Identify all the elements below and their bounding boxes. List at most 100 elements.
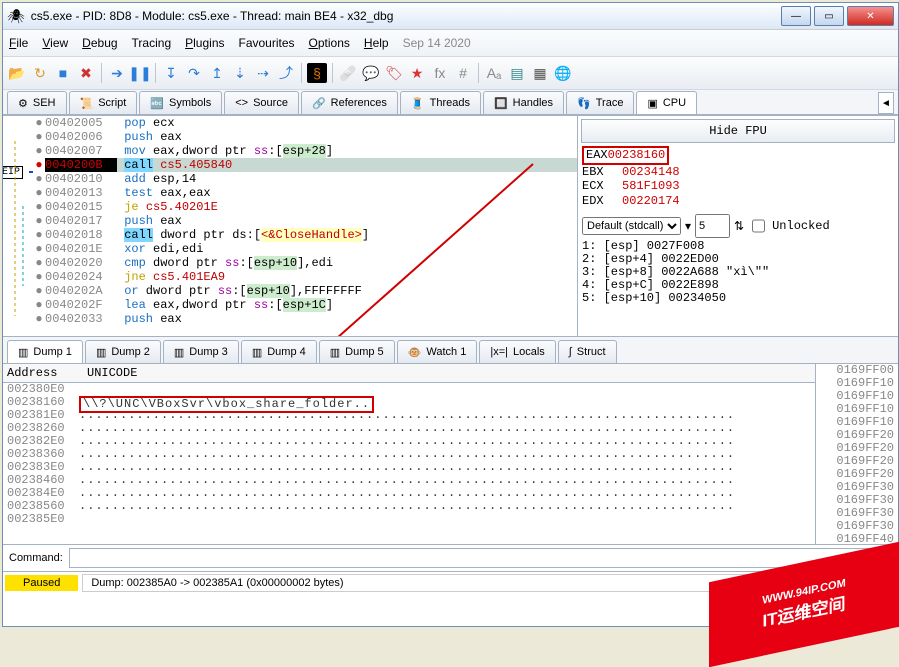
arg-count-input[interactable] bbox=[695, 214, 730, 238]
stop-icon[interactable]: ■ bbox=[53, 63, 73, 83]
pause-icon[interactable]: ❚❚ bbox=[130, 63, 150, 83]
breakpoint-dot[interactable]: ● bbox=[33, 172, 45, 186]
command-input[interactable] bbox=[69, 548, 892, 568]
close-file-icon[interactable]: ✖ bbox=[76, 63, 96, 83]
memory-icon[interactable]: ▤ bbox=[507, 63, 527, 83]
disasm-row[interactable]: ●0040202A or dword ptr ss:[esp+10],FFFFF… bbox=[33, 284, 577, 298]
hex-row[interactable]: 00238560................................… bbox=[3, 500, 815, 513]
register-row[interactable]: EAX00238160 bbox=[582, 146, 894, 165]
menu-file[interactable]: File bbox=[9, 36, 28, 50]
disasm-row[interactable]: ●00402007 mov eax,dword ptr ss:[esp+28] bbox=[33, 144, 577, 158]
variables-icon[interactable]: # bbox=[453, 63, 473, 83]
menu-favourites[interactable]: Favourites bbox=[239, 36, 295, 50]
labels-icon[interactable]: 🏷 bbox=[384, 63, 404, 83]
hex-dump-pane[interactable]: Address UNICODE 002380E000238160\\?\UNC\… bbox=[3, 364, 816, 544]
dump-tab-6[interactable]: |x=|Locals bbox=[479, 340, 555, 363]
dump-tab-3[interactable]: ▥Dump 4 bbox=[241, 340, 317, 363]
tab-source[interactable]: <>Source bbox=[224, 91, 299, 114]
disasm-row[interactable]: ●00402020 cmp dword ptr ss:[esp+10],edi bbox=[33, 256, 577, 270]
breakpoint-dot[interactable]: ● bbox=[33, 270, 45, 284]
disassembly-pane[interactable]: EIP ●00402005 pop ecx●00402006 push eax●… bbox=[3, 116, 578, 336]
breakpoint-dot[interactable]: ● bbox=[33, 242, 45, 256]
settings-icon[interactable]: 🌐 bbox=[553, 63, 573, 83]
tab-seh[interactable]: ⚙SEH bbox=[7, 91, 67, 114]
disasm-row[interactable]: ●00402018 call dword ptr ds:[<&CloseHand… bbox=[33, 228, 577, 242]
hex-row[interactable]: 002385E0 bbox=[3, 513, 815, 526]
disasm-row[interactable]: ●0040202F lea eax,dword ptr ss:[esp+1C] bbox=[33, 298, 577, 312]
side-address-column[interactable]: 0169FF000169FF100169FF100169FF100169FF10… bbox=[816, 364, 898, 544]
breakpoint-dot[interactable]: ● bbox=[33, 144, 45, 158]
tab-script[interactable]: 📜Script bbox=[69, 91, 138, 114]
open-icon[interactable]: 📂 bbox=[7, 63, 27, 83]
menu-tracing[interactable]: Tracing bbox=[132, 36, 172, 50]
unlocked-checkbox[interactable] bbox=[752, 217, 765, 235]
disasm-row[interactable]: ●00402013 test eax,eax bbox=[33, 186, 577, 200]
breakpoint-dot[interactable]: ● bbox=[33, 214, 45, 228]
register-row[interactable]: EBX00234148 bbox=[582, 165, 894, 180]
breakpoint-dot[interactable]: ● bbox=[33, 298, 45, 312]
hex-row[interactable]: 002380E0 bbox=[3, 383, 815, 396]
dump-tab-5[interactable]: 🐵Watch 1 bbox=[397, 340, 478, 363]
disasm-row[interactable]: ●00402017 push eax bbox=[33, 214, 577, 228]
menu-debug[interactable]: Debug bbox=[82, 36, 117, 50]
disasm-row[interactable]: ●00402005 pop ecx bbox=[33, 116, 577, 130]
breakpoint-dot[interactable]: ● bbox=[33, 130, 45, 144]
side-addr[interactable]: 0169FF40 bbox=[816, 533, 898, 544]
register-row[interactable]: ECX581F1093 bbox=[582, 179, 894, 194]
step-over-icon[interactable]: ↷ bbox=[184, 63, 204, 83]
breakpoint-dot[interactable]: ● bbox=[33, 186, 45, 200]
menu-help[interactable]: Help bbox=[364, 36, 389, 50]
breakpoint-dot[interactable]: ● bbox=[33, 200, 45, 214]
breakpoint-dot[interactable]: ● bbox=[33, 116, 45, 130]
breakpoint-dot[interactable]: ● bbox=[33, 284, 45, 298]
dump-tab-4[interactable]: ▥Dump 5 bbox=[319, 340, 395, 363]
minimize-button[interactable]: — bbox=[781, 6, 811, 26]
tab-handles[interactable]: 🔲Handles bbox=[483, 91, 564, 114]
disasm-row[interactable]: ●00402010 add esp,14 bbox=[33, 172, 577, 186]
disasm-row[interactable]: ●00402024 jne cs5.401EA9 bbox=[33, 270, 577, 284]
strings-icon[interactable]: Aₐ bbox=[484, 63, 504, 83]
registers-pane[interactable]: Hide FPU EAX00238160EBX00234148ECX581F10… bbox=[578, 116, 898, 336]
close-button[interactable]: ✕ bbox=[847, 6, 894, 26]
disasm-row[interactable]: ●0040201E xor edi,edi bbox=[33, 242, 577, 256]
maximize-button[interactable]: ▭ bbox=[814, 6, 844, 26]
comments-icon[interactable]: 💬 bbox=[361, 63, 381, 83]
breakpoint-dot[interactable]: ● bbox=[33, 228, 45, 242]
dump-tab-0[interactable]: ▥Dump 1 bbox=[7, 340, 83, 363]
bookmarks-icon[interactable]: ★ bbox=[407, 63, 427, 83]
disasm-row[interactable]: ●00402006 push eax bbox=[33, 130, 577, 144]
stack-view[interactable]: 1: [esp] 0027F0082: [esp+4] 0022ED003: [… bbox=[582, 240, 894, 305]
ret-icon[interactable]: ⤴ bbox=[276, 63, 296, 83]
step-out-icon[interactable]: ↥ bbox=[207, 63, 227, 83]
menu-plugins[interactable]: Plugins bbox=[185, 36, 224, 50]
scylla-icon[interactable]: § bbox=[307, 63, 327, 83]
dump-tab-2[interactable]: ▥Dump 3 bbox=[163, 340, 239, 363]
disasm-row[interactable]: ●00402015 je cs5.40201E bbox=[33, 200, 577, 214]
spinner-icon[interactable]: ⇅ bbox=[734, 219, 744, 234]
breakpoint-dot[interactable]: ● bbox=[33, 158, 45, 172]
menu-view[interactable]: View bbox=[42, 36, 68, 50]
menu-options[interactable]: Options bbox=[309, 36, 350, 50]
patches-icon[interactable]: 🩹 bbox=[338, 63, 358, 83]
restart-icon[interactable]: ↻ bbox=[30, 63, 50, 83]
tab-references[interactable]: 🔗References bbox=[301, 91, 398, 114]
breakpoint-dot[interactable]: ● bbox=[33, 256, 45, 270]
step-into-icon[interactable]: ↧ bbox=[161, 63, 181, 83]
dump-tab-1[interactable]: ▥Dump 2 bbox=[85, 340, 161, 363]
chevron-down-icon[interactable]: ▾ bbox=[685, 219, 691, 234]
tab-threads[interactable]: 🧵Threads bbox=[400, 91, 481, 114]
breakpoint-dot[interactable]: ● bbox=[33, 312, 45, 326]
calling-convention-select[interactable]: Default (stdcall) bbox=[582, 217, 681, 235]
tab-cpu[interactable]: ▣CPU bbox=[636, 91, 697, 114]
tab-trace[interactable]: 👣Trace bbox=[566, 91, 634, 114]
functions-icon[interactable]: fx bbox=[430, 63, 450, 83]
run-icon[interactable]: ➔ bbox=[107, 63, 127, 83]
calc-icon[interactable]: ▦ bbox=[530, 63, 550, 83]
tab-scroll-left[interactable]: ◄ bbox=[878, 92, 894, 114]
disasm-row[interactable]: ●0040200B call cs5.405840 bbox=[33, 158, 577, 172]
disasm-row[interactable]: ●00402033 push eax bbox=[33, 312, 577, 326]
hide-fpu-button[interactable]: Hide FPU bbox=[581, 119, 895, 143]
dump-tab-7[interactable]: ∫Struct bbox=[558, 340, 617, 363]
register-row[interactable]: EDX00220174 bbox=[582, 194, 894, 209]
trace-into-icon[interactable]: ⇣ bbox=[230, 63, 250, 83]
